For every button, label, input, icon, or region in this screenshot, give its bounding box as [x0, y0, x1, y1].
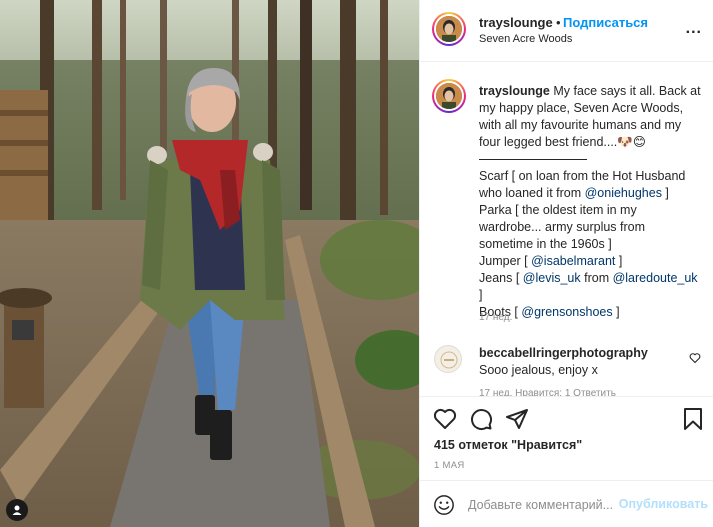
avatar[interactable]	[436, 16, 462, 42]
publish-button[interactable]: Опубликовать	[619, 497, 708, 511]
caption-line: four legged best friend....🐶😊	[479, 135, 646, 149]
caption-line: Parka [ the oldest item in my	[479, 203, 637, 217]
post-header: trayslounge • Подписаться Seven Acre Woo…	[420, 0, 713, 62]
comment-text: Sooo jealous, enjoy x	[479, 363, 598, 377]
separator-dot: •	[556, 15, 561, 30]
post-details-panel: trayslounge • Подписаться Seven Acre Woo…	[419, 0, 713, 527]
mention-link[interactable]: @levis_uk	[523, 271, 581, 285]
caption-text: ]	[612, 305, 620, 319]
commenter-username[interactable]: beccabellringerphotography	[479, 346, 648, 360]
caption-line: sometime in the 1960s ]	[479, 237, 612, 251]
mention-link[interactable]: @grensonshoes	[521, 305, 612, 319]
comment-meta: 17 нед. Нравится: 1 Ответить	[479, 388, 616, 396]
caption-line: wardrobe... army surplus from	[479, 220, 646, 234]
tagged-users-icon[interactable]	[6, 499, 28, 521]
caption-text: ]	[615, 254, 623, 268]
comment-composer: Опубликовать	[420, 480, 713, 527]
caption-text: who loaned it from	[479, 186, 585, 200]
forest-photo-illustration	[0, 0, 419, 527]
bookmark-icon[interactable]	[681, 407, 705, 431]
emoji-icon[interactable]	[433, 494, 455, 521]
post-caption: trayslounge My face says it all. Back at…	[479, 83, 707, 321]
post-author-username[interactable]: trayslounge	[479, 15, 553, 30]
caption-text: My face says it all. Back at	[549, 84, 701, 98]
post-date[interactable]: 1 МАЯ	[434, 460, 465, 471]
comment-icon[interactable]	[469, 407, 493, 431]
comments-list[interactable]: trayslounge My face says it all. Back at…	[420, 62, 713, 396]
caption-line: Scarf [ on loan from the Hot Husband	[479, 169, 686, 183]
caption-avatar[interactable]	[436, 83, 462, 109]
caption-text: Jeans [	[479, 271, 523, 285]
heart-icon[interactable]	[433, 407, 457, 431]
comment-input[interactable]	[468, 495, 614, 515]
caption-timestamp[interactable]: 17 нед.	[479, 312, 512, 323]
location-link[interactable]: Seven Acre Woods	[479, 33, 572, 45]
mention-link[interactable]: @oniehughes	[585, 186, 662, 200]
caption-username[interactable]: trayslounge	[479, 84, 550, 98]
caption-divider	[479, 159, 587, 160]
more-options-icon[interactable]: ...	[686, 20, 702, 38]
likes-count[interactable]: 415 отметок "Нравится"	[434, 438, 582, 452]
caption-text: from	[580, 271, 613, 285]
commenter-avatar[interactable]	[434, 345, 462, 373]
caption-line: with all my favourite humans and my	[479, 118, 682, 132]
caption-text: Jumper [	[479, 254, 532, 268]
caption-line: ]	[479, 288, 483, 302]
caption-line: my happy place, Seven Acre Woods,	[479, 101, 684, 115]
follow-button[interactable]: Подписаться	[563, 15, 648, 30]
post-actions: 415 отметок "Нравится" 1 МАЯ	[420, 396, 713, 480]
mention-link[interactable]: @isabelmarant	[531, 254, 615, 268]
mention-link[interactable]: @laredoute_uk	[613, 271, 698, 285]
share-icon[interactable]	[505, 407, 529, 431]
caption-text: ]	[661, 186, 669, 200]
post-photo[interactable]	[0, 0, 419, 527]
comment-like-heart-icon[interactable]	[689, 351, 701, 369]
